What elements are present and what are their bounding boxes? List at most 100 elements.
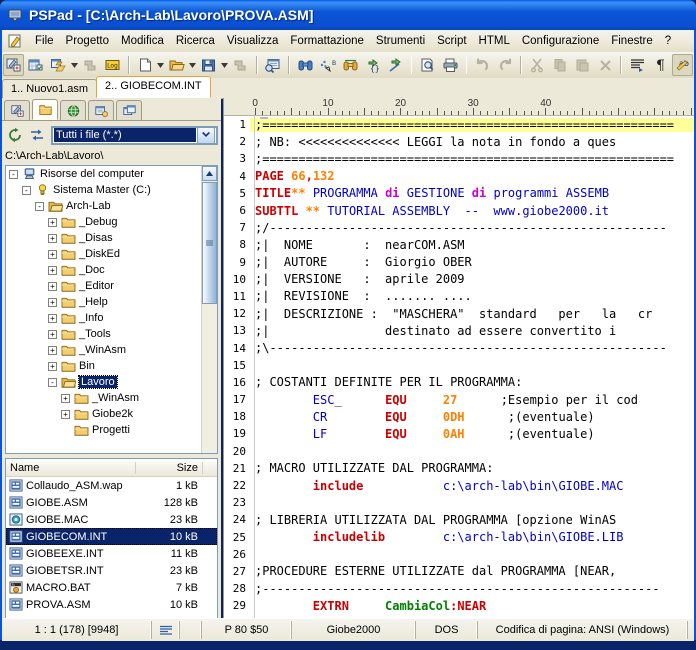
code-line[interactable]: 15 <box>224 357 694 374</box>
print-icon[interactable] <box>440 54 461 76</box>
expand-icon[interactable]: + <box>61 393 70 403</box>
code-line[interactable]: 10 ;| VERSIONE : aprile 2009 <box>224 271 694 288</box>
new-project-icon[interactable] <box>3 54 24 76</box>
panel-tab-windows-list[interactable] <box>116 100 142 120</box>
tree-node[interactable]: - Lavoro <box>6 374 202 390</box>
tree-node[interactable]: + Giobe2k <box>6 406 202 422</box>
document-tab-0[interactable]: 1.. Nuovo1.asm <box>2 79 98 98</box>
panel-tab-code-explorer[interactable] <box>88 100 114 120</box>
tree-vertical-scrollbar[interactable] <box>201 166 217 453</box>
code-line[interactable]: 29 EXTRN CambiaCol:NEAR <box>224 597 694 614</box>
tree-node[interactable]: - Risorse del computer <box>6 166 202 182</box>
tree-node[interactable]: - Sistema Master (C:) <box>6 182 202 198</box>
find-next-icon[interactable]: B <box>318 54 339 76</box>
file-filter-combobox[interactable]: Tutti i file (*.*) <box>51 125 218 145</box>
file-list-row[interactable]: GIOBEEXE.INT 11 kB <box>6 545 217 562</box>
expand-icon[interactable]: + <box>48 281 57 291</box>
open-project-folder-icon[interactable] <box>48 54 69 76</box>
menu-item-script[interactable]: Script <box>431 33 472 49</box>
dropdown-arrow-icon[interactable] <box>156 54 165 76</box>
tree-node[interactable]: + _WinAsm <box>6 342 202 358</box>
open-folder-icon[interactable] <box>167 54 188 76</box>
expand-icon[interactable]: + <box>48 345 57 355</box>
file-list-row[interactable]: Collaudo_ASM.wap 1 kB <box>6 477 217 494</box>
expand-icon[interactable]: + <box>61 409 70 419</box>
tree-node[interactable]: - Arch-Lab <box>6 198 202 214</box>
code-line[interactable]: 13 ;| destinato ad essere convertito i <box>224 322 694 339</box>
code-line[interactable]: 26 <box>224 546 694 563</box>
code-line[interactable]: 9 ;| AUTORE : Giorgio OBER <box>224 254 694 271</box>
code-line[interactable]: 27 ;PROCEDURE ESTERNE UTILIZZATE dal PROG… <box>224 563 694 580</box>
tree-node[interactable]: Progetti <box>6 422 202 438</box>
collapse-icon[interactable]: - <box>22 185 31 195</box>
tree-scroll-thumb[interactable] <box>202 182 217 304</box>
code-line[interactable]: 14 ;\------------------------------------… <box>224 339 694 356</box>
tree-node[interactable]: + _Help <box>6 294 202 310</box>
code-line[interactable]: 2 ; NB: <<<<<<<<<<<<<< LEGGI la nota in f… <box>224 133 694 150</box>
code-line[interactable]: 24 ; LIBRERIA UTILIZZATA DAL PROGRAMMA [o… <box>224 511 694 528</box>
tree-node[interactable]: + _Doc <box>6 262 202 278</box>
code-area[interactable]: 1 ;======================================… <box>224 116 694 618</box>
chevron-down-icon[interactable] <box>197 126 215 144</box>
dropdown-arrow-icon[interactable] <box>220 54 229 76</box>
tree-node[interactable]: + _Tools <box>6 326 202 342</box>
log-icon[interactable]: Log <box>102 54 123 76</box>
document-tab-1[interactable]: 2.. GIOBECOM.INT <box>96 76 211 98</box>
code-line[interactable]: 17 ESC_ EQU 27 ;Esempio per il cod <box>224 391 694 408</box>
menu-item-finestre[interactable]: Finestre <box>605 33 659 49</box>
dropdown-arrow-icon[interactable] <box>70 54 79 76</box>
code-line[interactable]: 5 TITLE** PROGRAMMA di GESTIONE di progra… <box>224 185 694 202</box>
column-header-size[interactable]: Size <box>136 461 203 474</box>
tree-node[interactable]: + _Info <box>6 310 202 326</box>
menu-item-visualizza[interactable]: Visualizza <box>221 33 285 49</box>
code-line[interactable]: 1 ;======================================… <box>224 116 694 133</box>
collapse-icon[interactable]: - <box>48 377 57 387</box>
expand-icon[interactable]: + <box>48 329 57 339</box>
menu-item-html[interactable]: HTML <box>473 33 516 49</box>
code-line[interactable]: 7 ;/-------------------------------------… <box>224 219 694 236</box>
code-line[interactable]: 11 ;| REVISIONE : ....... .... <box>224 288 694 305</box>
expand-icon[interactable]: + <box>48 265 57 275</box>
menu-item-file[interactable]: File <box>29 33 60 49</box>
code-line[interactable]: 21 ; MACRO UTILIZZATE DAL PROGRAMMA: <box>224 460 694 477</box>
code-line[interactable]: 8 ;| NOME : nearCOM.ASM <box>224 236 694 253</box>
code-line[interactable]: 16 ; COSTANTI DEFINITE PER IL PROGRAMMA: <box>224 374 694 391</box>
project-grid-icon[interactable] <box>26 54 47 76</box>
print-preview-icon[interactable] <box>417 54 438 76</box>
code-line[interactable]: 4 PAGE 66,132 <box>224 168 694 185</box>
folder-tree[interactable]: - Risorse del computer - Sistema Master (C:… <box>5 165 218 454</box>
menu-item-ricerca[interactable]: Ricerca <box>170 33 221 49</box>
menu-item-formattazione[interactable]: Formattazione <box>284 33 370 49</box>
spellcheck-ab-icon[interactable]: ab <box>672 54 693 76</box>
tree-node[interactable]: + Bin <box>6 358 202 374</box>
code-line[interactable]: 20 <box>224 443 694 460</box>
tree-node[interactable]: + _Disas <box>6 230 202 246</box>
goto-line-icon[interactable] <box>385 54 406 76</box>
tree-node[interactable]: + _DiskEd <box>6 246 202 262</box>
indent-icon[interactable] <box>627 54 648 76</box>
code-line[interactable]: 18 CR EQU 0DH ;(eventuale) <box>224 408 694 425</box>
menu-item-progetto[interactable]: Progetto <box>60 33 115 49</box>
file-list-row[interactable]: PROVA.ASM 10 kB <box>6 596 217 613</box>
replace-icon[interactable] <box>340 54 361 76</box>
code-line[interactable]: 22 include c:\arch-lab\bin\GIOBE.MAC <box>224 477 694 494</box>
menu-item-modifica[interactable]: Modifica <box>115 33 170 49</box>
pspad-pencil-icon[interactable] <box>5 32 25 50</box>
column-header-name[interactable]: Name <box>6 461 136 474</box>
code-line[interactable]: 12 ;| DESCRIZIONE : "MASCHERA" standard p… <box>224 305 694 322</box>
dropdown-arrow-icon[interactable] <box>188 54 197 76</box>
menu-item-strumenti[interactable]: Strumenti <box>370 33 431 49</box>
pilcrow-icon[interactable]: ¶ <box>650 54 671 76</box>
code-line[interactable]: 25 includelib c:\arch-lab\bin\GIOBE.LIB <box>224 529 694 546</box>
code-line[interactable]: 23 <box>224 494 694 511</box>
expand-icon[interactable]: + <box>48 249 57 259</box>
new-file-icon[interactable] <box>135 54 156 76</box>
menu-item-[interactable]: ? <box>659 33 677 49</box>
find-binoculars-icon[interactable] <box>295 54 316 76</box>
refresh-icon[interactable] <box>4 124 26 146</box>
file-list-row[interactable]: GIOBE.ASM 128 kB <box>6 494 217 511</box>
file-explorer-icon[interactable] <box>263 54 284 76</box>
expand-icon[interactable]: + <box>48 217 57 227</box>
save-icon[interactable] <box>198 54 219 76</box>
tree-node[interactable]: + _Debug <box>6 214 202 230</box>
